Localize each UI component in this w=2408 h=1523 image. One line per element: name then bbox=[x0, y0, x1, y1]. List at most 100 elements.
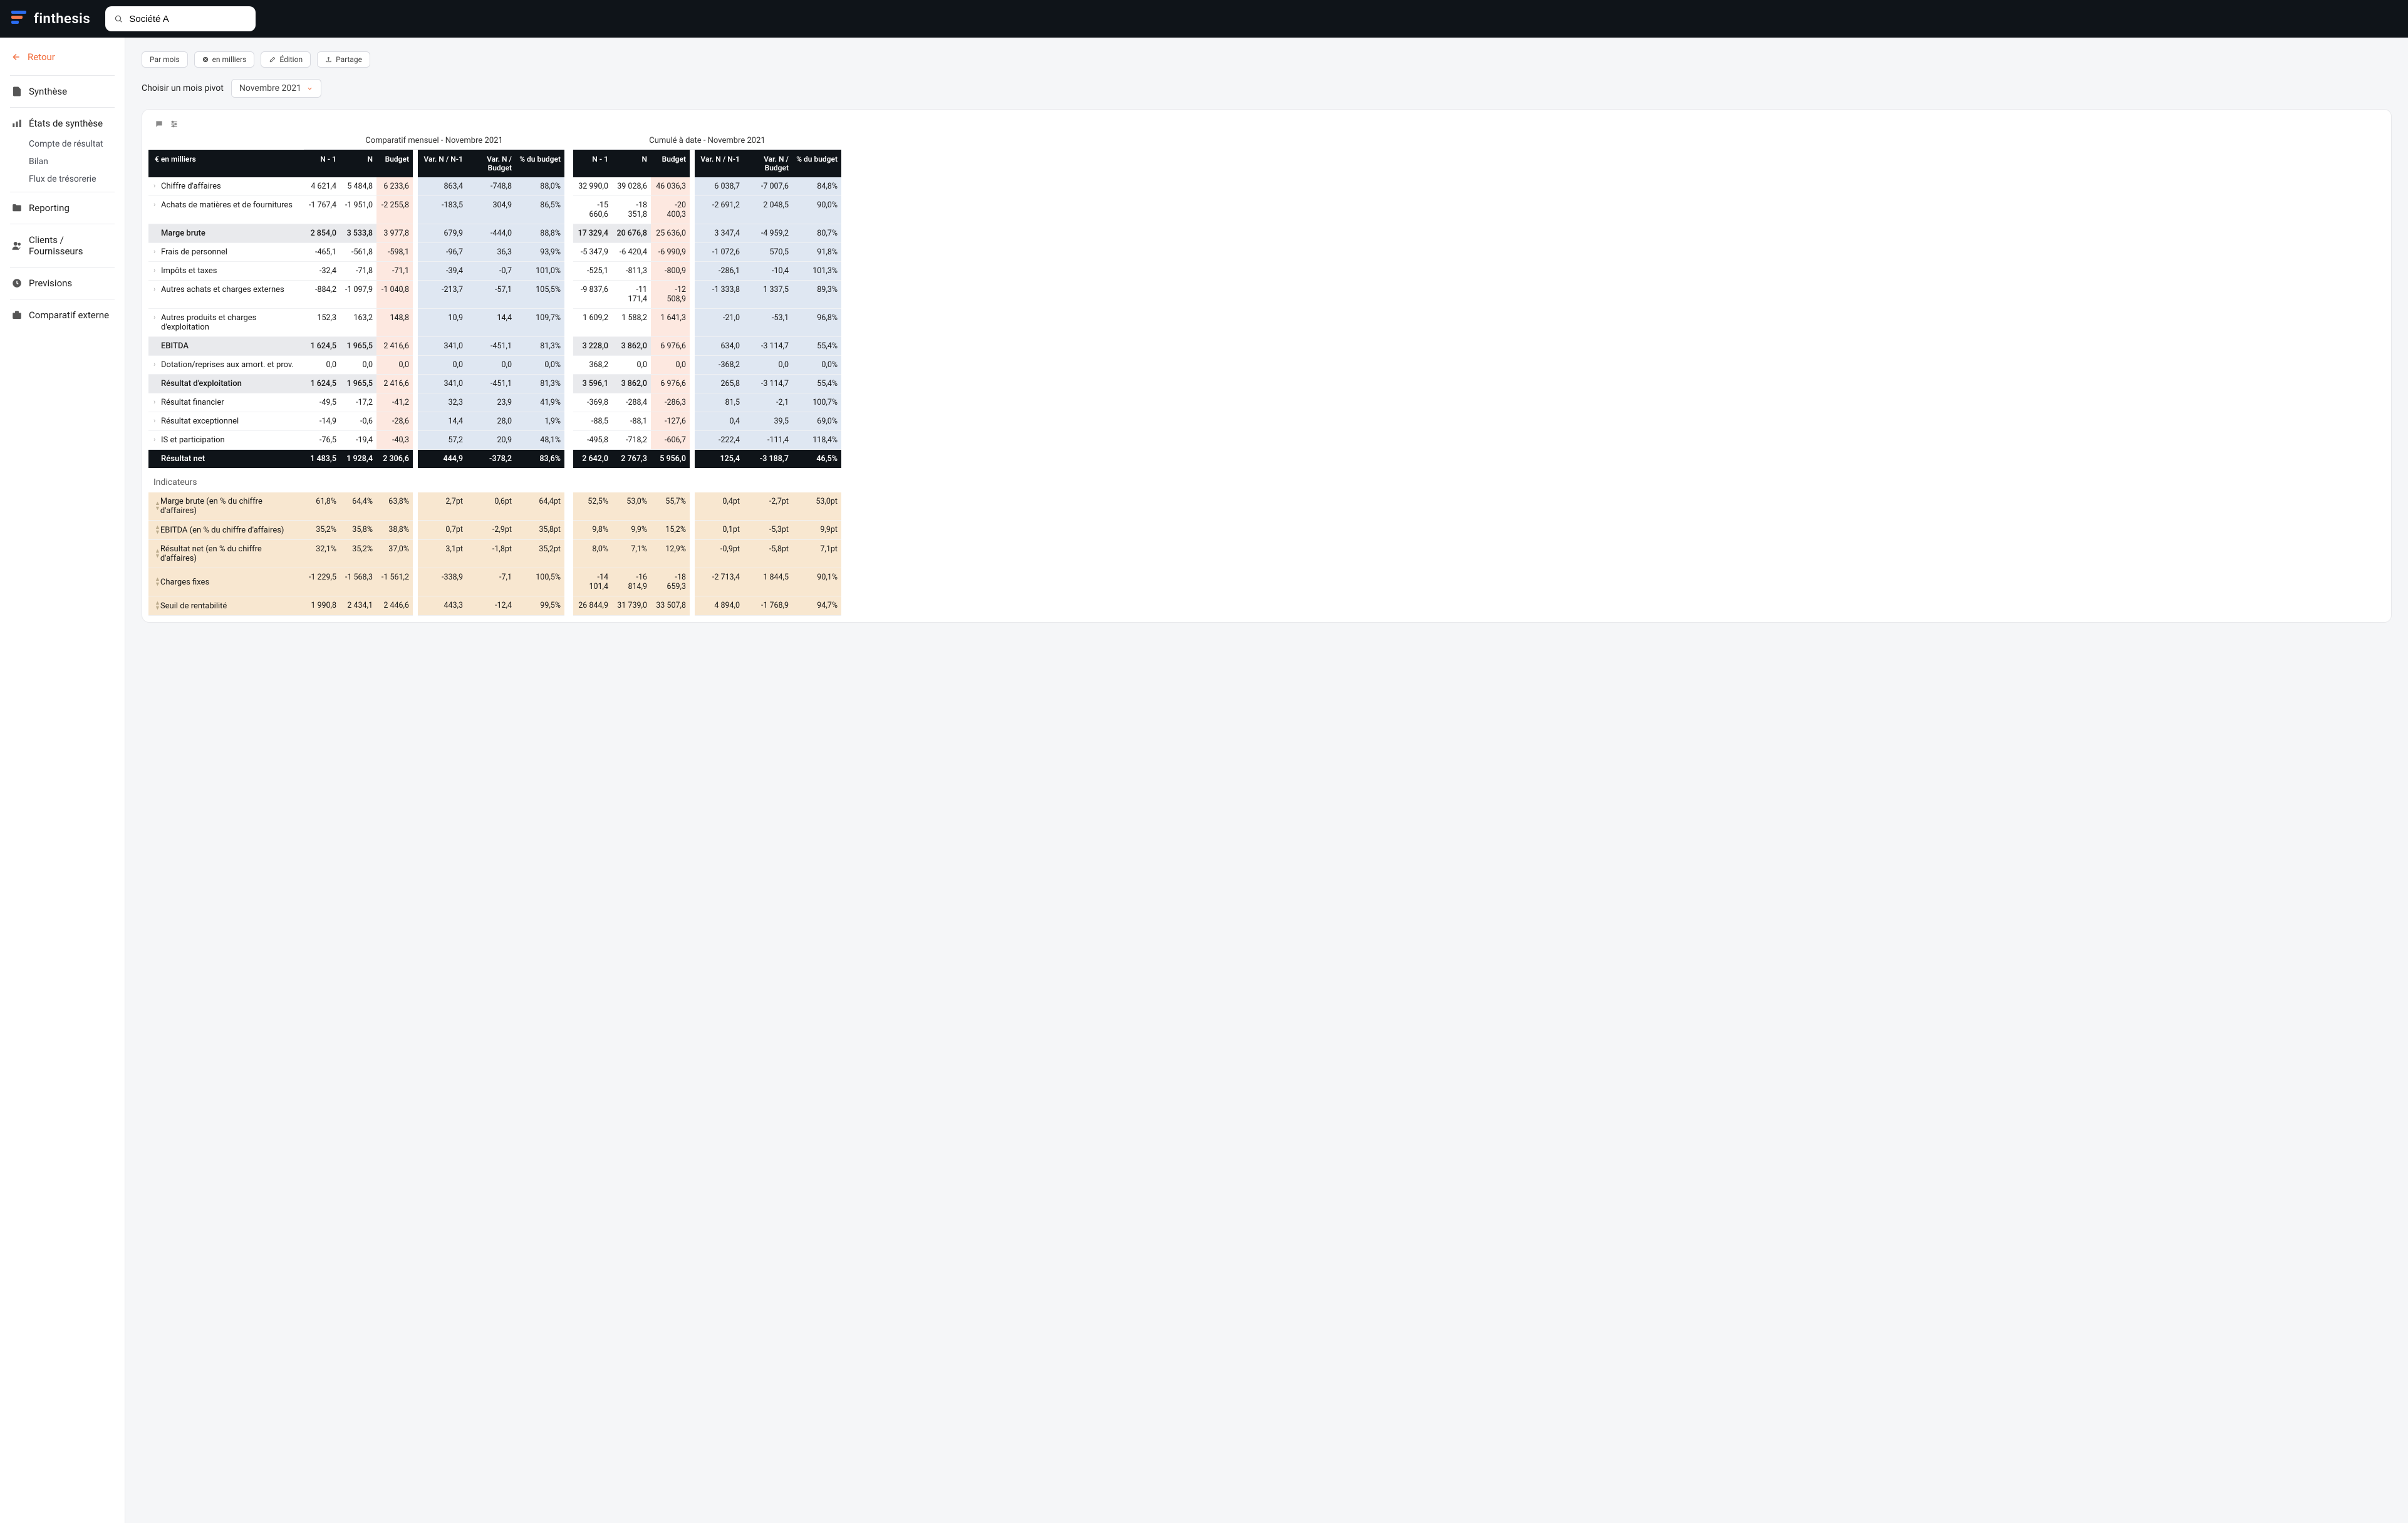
sidebar-item-clients[interactable]: Clients / Fournisseurs bbox=[0, 228, 125, 263]
row-label[interactable]: Impôts et taxes bbox=[148, 262, 304, 281]
sidebar-sub-flux[interactable]: Flux de trésorerie bbox=[0, 170, 125, 188]
cell: -451,1 bbox=[467, 375, 516, 393]
cell: -213,7 bbox=[418, 281, 467, 309]
cell: 341,0 bbox=[418, 337, 467, 356]
row-label[interactable]: Frais de personnel bbox=[148, 243, 304, 262]
chip-edition[interactable]: Édition bbox=[261, 51, 311, 68]
back-link[interactable]: Retour bbox=[0, 46, 125, 71]
cell: 1 990,8 bbox=[304, 596, 340, 616]
cell: -1 767,4 bbox=[304, 196, 340, 224]
chevron-down-icon bbox=[306, 85, 313, 92]
row-label[interactable]: Chiffre d'affaires bbox=[148, 177, 304, 196]
cell: 634,0 bbox=[695, 337, 744, 356]
cell: -14,9 bbox=[304, 412, 340, 431]
cell: 9,8% bbox=[573, 521, 612, 540]
cell: 6 976,6 bbox=[651, 337, 690, 356]
cell: 2 306,6 bbox=[376, 450, 413, 469]
sidebar-item-synthese[interactable]: Synthèse bbox=[0, 80, 125, 103]
row-label[interactable]: Résultat financier bbox=[148, 393, 304, 412]
cell: -286,3 bbox=[651, 393, 690, 412]
chip-partage[interactable]: Partage bbox=[317, 51, 370, 68]
cell: 55,4% bbox=[792, 337, 841, 356]
cell: -369,8 bbox=[573, 393, 612, 412]
cell: -3 114,7 bbox=[744, 375, 792, 393]
cell: 2 048,5 bbox=[744, 196, 792, 224]
cell: -451,1 bbox=[467, 337, 516, 356]
cell: 0,0 bbox=[744, 356, 792, 375]
indicators-header: Indicateurs bbox=[148, 469, 304, 492]
cell: -5,3pt bbox=[744, 521, 792, 540]
cell: 64,4% bbox=[340, 492, 376, 521]
sliders-icon[interactable] bbox=[170, 120, 179, 128]
pivot-month-select[interactable]: Novembre 2021 bbox=[231, 79, 321, 98]
col-n: N bbox=[340, 150, 376, 177]
cell: 91,8% bbox=[792, 243, 841, 262]
cell: -7 007,6 bbox=[744, 177, 792, 196]
reorder-icon[interactable]: ▲▼ bbox=[152, 577, 160, 587]
cell: 53,0% bbox=[612, 492, 651, 521]
reorder-icon[interactable]: ▲▼ bbox=[152, 501, 160, 511]
cell: -2 691,2 bbox=[695, 196, 744, 224]
cell: 6 233,6 bbox=[376, 177, 413, 196]
cell: 81,3% bbox=[516, 337, 564, 356]
row-label[interactable]: Dotation/reprises aux amort. et prov. bbox=[148, 356, 304, 375]
row-label: ▲▼Seuil de rentabilité bbox=[148, 596, 304, 616]
cell: 0,7pt bbox=[418, 521, 467, 540]
reorder-icon[interactable]: ▲▼ bbox=[152, 549, 160, 559]
row-label: ▲▼Marge brute (en % du chiffre d'affaire… bbox=[148, 492, 304, 521]
cell: 55,7% bbox=[651, 492, 690, 521]
cell: 368,2 bbox=[573, 356, 612, 375]
cell: 20,9 bbox=[467, 431, 516, 450]
search-box[interactable] bbox=[105, 6, 256, 31]
cell: 2 446,6 bbox=[376, 596, 413, 616]
row-label[interactable]: IS et participation bbox=[148, 431, 304, 450]
cell: 148,8 bbox=[376, 309, 413, 337]
sidebar-item-etats[interactable]: États de synthèse bbox=[0, 112, 125, 135]
arrow-left-icon bbox=[11, 52, 21, 62]
row-label[interactable]: Autres achats et charges externes bbox=[148, 281, 304, 309]
row-label: EBITDA bbox=[148, 337, 304, 356]
sidebar-item-previsions[interactable]: Previsions bbox=[0, 271, 125, 295]
cell: -1 951,0 bbox=[340, 196, 376, 224]
chip-en-milliers[interactable]: en milliers bbox=[194, 51, 255, 68]
cell: 100,5% bbox=[516, 568, 564, 596]
reorder-icon[interactable]: ▲▼ bbox=[152, 601, 160, 611]
sidebar-sub-compte[interactable]: Compte de résultat bbox=[0, 135, 125, 153]
cell: 2 767,3 bbox=[612, 450, 651, 469]
row-label[interactable]: Achats de matières et de fournitures bbox=[148, 196, 304, 224]
cell: 304,9 bbox=[467, 196, 516, 224]
cell: 0,0 bbox=[340, 356, 376, 375]
cell: 101,0% bbox=[516, 262, 564, 281]
cell: 35,8pt bbox=[516, 521, 564, 540]
cell: 32,1% bbox=[304, 540, 340, 568]
cell: -1 072,6 bbox=[695, 243, 744, 262]
cell: 81,5 bbox=[695, 393, 744, 412]
row-label[interactable]: Autres produits et charges d'exploitatio… bbox=[148, 309, 304, 337]
cell: 36,3 bbox=[467, 243, 516, 262]
cell: -19,4 bbox=[340, 431, 376, 450]
cell: 125,4 bbox=[695, 450, 744, 469]
users-icon bbox=[11, 240, 23, 251]
sidebar-item-comparatif[interactable]: Comparatif externe bbox=[0, 303, 125, 327]
sidebar-item-reporting[interactable]: Reporting bbox=[0, 196, 125, 220]
cell: 2 854,0 bbox=[304, 224, 340, 243]
chart-bar-icon bbox=[11, 118, 23, 129]
search-input[interactable] bbox=[129, 14, 247, 24]
comment-icon[interactable] bbox=[155, 120, 163, 128]
cell: 0,4 bbox=[695, 412, 744, 431]
cell: -0,6 bbox=[340, 412, 376, 431]
cell: 93,9% bbox=[516, 243, 564, 262]
reorder-icon[interactable]: ▲▼ bbox=[152, 525, 160, 535]
cell: 35,8% bbox=[340, 521, 376, 540]
cell: -41,2 bbox=[376, 393, 413, 412]
cell: 15,2% bbox=[651, 521, 690, 540]
chip-par-mois[interactable]: Par mois bbox=[142, 51, 188, 68]
cell: -0,9pt bbox=[695, 540, 744, 568]
cell: 2,7pt bbox=[418, 492, 467, 521]
cell: -32,4 bbox=[304, 262, 340, 281]
sidebar-sub-bilan[interactable]: Bilan bbox=[0, 153, 125, 170]
close-circle-icon bbox=[202, 56, 209, 63]
col-n-ytd: N bbox=[612, 150, 651, 177]
row-label[interactable]: Résultat exceptionnel bbox=[148, 412, 304, 431]
col-budget: Budget bbox=[376, 150, 413, 177]
